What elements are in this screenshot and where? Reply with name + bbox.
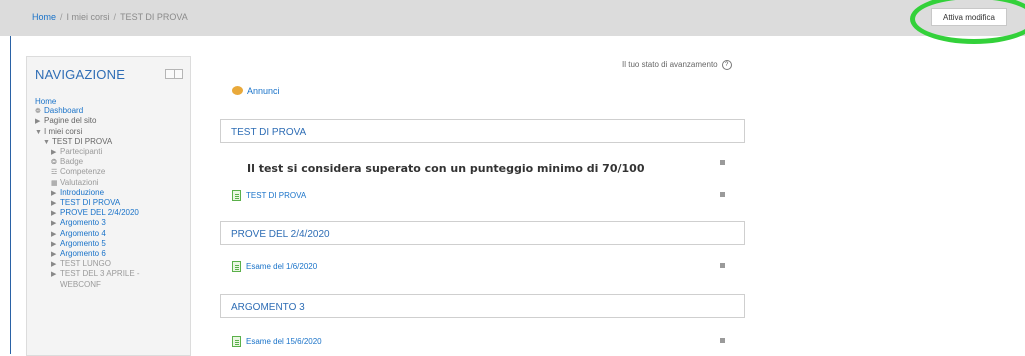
collapse-arrow-icon: ▼ — [35, 128, 42, 136]
breadcrumb: Home / I miei corsi / TEST DI PROVA — [32, 12, 188, 22]
help-icon[interactable]: ? — [721, 60, 732, 70]
nav-item-prove[interactable]: ▶ PROVE DEL 2/4/2020 — [35, 208, 140, 218]
breadcrumb-separator: / — [113, 12, 117, 22]
breadcrumb-current: TEST DI PROVA — [120, 12, 188, 22]
announcements-link[interactable]: Annunci — [232, 86, 280, 96]
activity-link[interactable]: Esame del 15/6/2020 — [232, 336, 322, 347]
nav-item-competencies[interactable]: ☲ Competenze — [35, 167, 140, 177]
breadcrumb-my-courses[interactable]: I miei corsi — [67, 12, 110, 22]
activity-link[interactable]: TEST DI PROVA — [232, 190, 306, 201]
activity-label: Esame del 15/6/2020 — [246, 337, 322, 346]
section-header: TEST DI PROVA — [220, 119, 745, 143]
expand-arrow-icon: ▶ — [51, 271, 57, 279]
page-edge — [10, 36, 11, 354]
nav-item-participants[interactable]: ▶ Partecipanti — [35, 147, 140, 157]
navigation-title: NAVIGAZIONE — [35, 67, 126, 82]
expand-arrow-icon: ▶ — [51, 230, 57, 238]
nav-item-argomento-3[interactable]: ▶ Argomento 3 — [35, 218, 140, 228]
grades-icon: ▦ — [51, 179, 58, 187]
completion-checkbox[interactable] — [720, 338, 725, 343]
expand-arrow-icon: ▶ — [51, 240, 57, 248]
activity-link[interactable]: Esame del 1/6/2020 — [232, 261, 317, 272]
quiz-icon — [232, 190, 241, 201]
top-bar: Home / I miei corsi / TEST DI PROVA Attiva m… — [0, 0, 1025, 36]
section-header: ARGOMENTO 3 — [220, 294, 745, 318]
activity-label: TEST DI PROVA — [246, 191, 307, 200]
activity-label: Esame del 1/6/2020 — [246, 262, 318, 271]
expand-arrow-icon: ▶ — [51, 189, 57, 197]
nav-item-grades[interactable]: ▦ Valutazioni — [35, 178, 140, 188]
nav-item-argomento-4[interactable]: ▶ Argomento 4 — [35, 229, 140, 239]
nav-item-argomento-6[interactable]: ▶ Argomento 6 — [35, 249, 140, 259]
nav-item-argomento-5[interactable]: ▶ Argomento 5 — [35, 239, 140, 249]
completion-checkbox[interactable] — [720, 160, 725, 165]
completion-checkbox[interactable] — [720, 192, 725, 197]
nav-item-test-lungo[interactable]: ▶ TEST LUNGO — [35, 259, 140, 269]
quiz-icon — [232, 336, 241, 347]
nav-item-home[interactable]: Home — [35, 97, 140, 106]
progress-status: Il tuo stato di avanzamento? — [622, 60, 732, 70]
badge-icon: ❂ — [51, 159, 57, 167]
nav-item-my-courses[interactable]: ▼ I miei corsi — [35, 127, 140, 137]
nav-item-introduction[interactable]: ▶ Introduzione — [35, 188, 140, 198]
dashboard-icon: ❁ — [35, 108, 41, 116]
breadcrumb-separator: / — [60, 12, 63, 22]
nav-item-badges[interactable]: ❂ Badge — [35, 157, 140, 167]
expand-arrow-icon: ▶ — [51, 149, 57, 157]
expand-arrow-icon: ▶ — [35, 118, 41, 126]
forum-icon — [232, 86, 243, 95]
completion-checkbox[interactable] — [720, 263, 725, 268]
nav-item-test-3-aprile[interactable]: ▶ TEST DEL 3 APRILE - — [35, 269, 140, 279]
nav-item-course[interactable]: ▼ TEST DI PROVA — [35, 137, 140, 147]
nav-item-site-pages[interactable]: ▶ Pagine del sito — [35, 116, 140, 126]
highlight-annotation — [910, 0, 1025, 44]
section-header: PROVE DEL 2/4/2020 — [220, 221, 745, 245]
navigation-block: NAVIGAZIONE Home ❁ Dashboard ▶ Pagine del … — [26, 56, 191, 356]
nav-item-test-di-prova[interactable]: ▶ TEST DI PROVA — [35, 198, 140, 208]
dock-block-icon[interactable] — [165, 69, 183, 79]
expand-arrow-icon: ▶ — [51, 251, 57, 259]
competencies-icon: ☲ — [51, 169, 58, 177]
nav-item-webconf[interactable]: WEBCONF — [35, 280, 140, 289]
expand-arrow-icon: ▶ — [51, 220, 57, 228]
breadcrumb-home[interactable]: Home — [32, 12, 56, 22]
announcements-label: Annunci — [247, 86, 280, 96]
nav-item-dashboard[interactable]: ❁ Dashboard — [35, 106, 140, 116]
collapse-arrow-icon: ▼ — [43, 138, 50, 146]
expand-arrow-icon: ▶ — [51, 210, 57, 218]
navigation-list: Home ❁ Dashboard ▶ Pagine del sito ▼ I miei… — [35, 97, 140, 289]
expand-arrow-icon: ▶ — [51, 200, 57, 208]
section-notice: Il test si considera superato con un pun… — [247, 162, 645, 175]
quiz-icon — [232, 261, 241, 272]
expand-arrow-icon: ▶ — [51, 261, 57, 269]
progress-label: Il tuo stato di avanzamento — [622, 60, 718, 70]
